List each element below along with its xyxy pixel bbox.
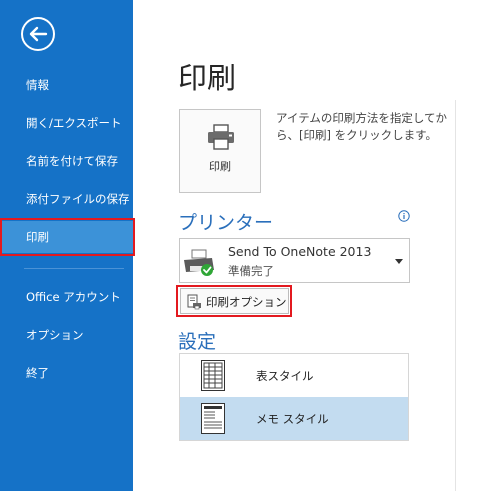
printer-dropdown[interactable]: Send To OneNote 2013 準備完了 (179, 238, 410, 283)
printer-ready-icon (184, 249, 214, 276)
nav-item-info[interactable]: 情報 (0, 69, 133, 101)
page-title: 印刷 (178, 61, 237, 95)
table-style-icon (201, 360, 225, 391)
nav-item-save-as[interactable]: 名前を付けて保存 (0, 145, 133, 177)
printer-icon (208, 124, 234, 150)
chevron-down-icon (395, 259, 403, 264)
printer-name: Send To OneNote 2013 (228, 244, 372, 259)
memo-style-icon (201, 403, 225, 434)
info-icon[interactable] (398, 210, 410, 222)
style-item-table[interactable]: 表スタイル (180, 354, 408, 397)
style-label-memo: メモ スタイル (256, 412, 329, 426)
style-label-table: 表スタイル (256, 369, 314, 383)
printer-section-title: プリンター (178, 212, 274, 234)
highlight-box-print-nav (0, 218, 135, 256)
nav-item-exit[interactable]: 終了 (0, 357, 133, 389)
back-arrow-icon[interactable] (20, 16, 56, 52)
print-description: アイテムの印刷方法を指定してから、[印刷] をクリックします。 (276, 111, 448, 142)
printer-status: 準備完了 (228, 264, 274, 278)
nav-item-save-attachments[interactable]: 添付ファイルの保存 (0, 183, 133, 215)
print-button[interactable]: 印刷 (179, 109, 261, 193)
settings-section-title: 設定 (178, 331, 217, 353)
nav-separator (24, 268, 124, 269)
preview-divider (455, 100, 456, 491)
style-item-memo[interactable]: メモ スタイル (180, 397, 408, 440)
nav-item-office-account[interactable]: Office アカウント (0, 281, 133, 313)
highlight-box-print-options (176, 285, 292, 317)
nav-item-open-export[interactable]: 開く/エクスポート (0, 107, 133, 139)
print-button-label: 印刷 (209, 160, 231, 173)
print-style-list: 表スタイル メモ スタイル (179, 353, 409, 441)
nav-item-options[interactable]: オプション (0, 319, 133, 351)
